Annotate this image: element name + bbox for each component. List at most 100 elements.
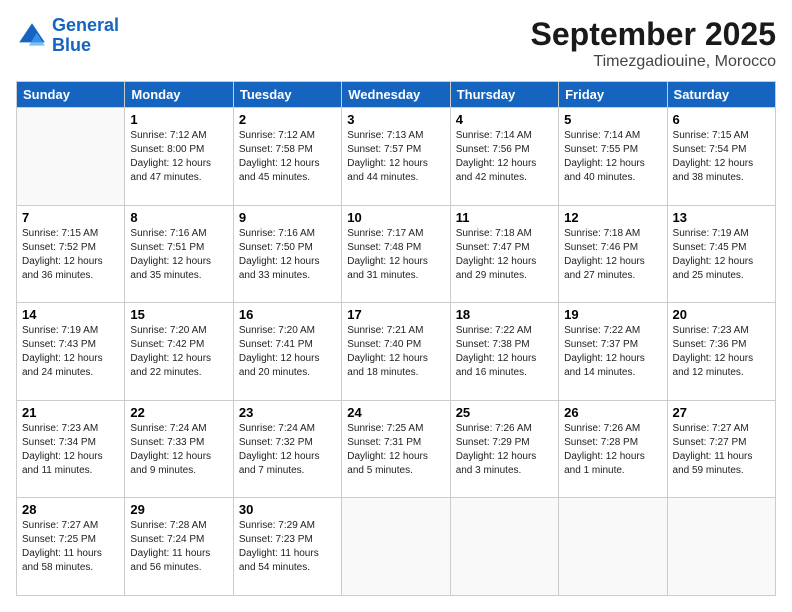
day-number: 12 (564, 210, 661, 225)
calendar-cell: 27 Sunrise: 7:27 AM Sunset: 7:27 PM Dayli… (667, 400, 775, 498)
cell-info: Sunrise: 7:12 AM Sunset: 8:00 PM Dayligh… (130, 129, 227, 185)
month-title: September 2025 (531, 16, 776, 53)
day-number: 27 (673, 405, 770, 420)
day-number: 6 (673, 112, 770, 127)
weekday-header-monday: Monday (125, 82, 233, 108)
cell-info: Sunrise: 7:28 AM Sunset: 7:24 PM Dayligh… (130, 519, 227, 575)
day-number: 9 (239, 210, 336, 225)
day-number: 5 (564, 112, 661, 127)
week-row-4: 28Sunrise: 7:27 AM Sunset: 7:25 PM Dayli… (17, 498, 776, 596)
calendar-cell (559, 498, 667, 596)
calendar-cell: 12 Sunrise: 7:18 AM Sunset: 7:46 PM Dayli… (559, 205, 667, 303)
calendar-cell: 23 Sunrise: 7:24 AM Sunset: 7:32 PM Dayli… (233, 400, 341, 498)
cell-info: Sunrise: 7:15 AM Sunset: 7:54 PM Dayligh… (673, 129, 770, 185)
day-number: 15 (130, 307, 227, 322)
header: General Blue September 2025 Timezgadioui… (16, 16, 776, 71)
cell-info: Sunrise: 7:15 AM Sunset: 7:52 PM Dayligh… (22, 227, 119, 283)
calendar-cell: 26Sunrise: 7:26 AM Sunset: 7:28 PM Dayli… (559, 400, 667, 498)
calendar-cell: 4 Sunrise: 7:14 AM Sunset: 7:56 PM Daylig… (450, 108, 558, 206)
calendar-cell: 13 Sunrise: 7:19 AM Sunset: 7:45 PM Dayli… (667, 205, 775, 303)
cell-info: Sunrise: 7:18 AM Sunset: 7:47 PM Dayligh… (456, 227, 553, 283)
day-number: 24 (347, 405, 444, 420)
calendar-cell: 30 Sunrise: 7:29 AM Sunset: 7:23 PM Dayli… (233, 498, 341, 596)
week-row-0: 1Sunrise: 7:12 AM Sunset: 8:00 PM Daylig… (17, 108, 776, 206)
day-number: 19 (564, 307, 661, 322)
day-number: 22 (130, 405, 227, 420)
cell-info: Sunrise: 7:26 AM Sunset: 7:29 PM Dayligh… (456, 422, 553, 478)
day-number: 2 (239, 112, 336, 127)
calendar-cell: 7 Sunrise: 7:15 AM Sunset: 7:52 PM Daylig… (17, 205, 125, 303)
day-number: 26 (564, 405, 661, 420)
calendar-cell: 29 Sunrise: 7:28 AM Sunset: 7:24 PM Dayli… (125, 498, 233, 596)
logo-text: General Blue (52, 16, 119, 56)
calendar-cell: 10Sunrise: 7:17 AM Sunset: 7:48 PM Dayli… (342, 205, 450, 303)
day-number: 20 (673, 307, 770, 322)
title-block: September 2025 Timezgadiouine, Morocco (531, 16, 776, 71)
day-number: 10 (347, 210, 444, 225)
cell-info: Sunrise: 7:23 AM Sunset: 7:34 PM Dayligh… (22, 422, 119, 478)
cell-info: Sunrise: 7:22 AM Sunset: 7:37 PM Dayligh… (564, 324, 661, 380)
weekday-header-wednesday: Wednesday (342, 82, 450, 108)
cell-info: Sunrise: 7:23 AM Sunset: 7:36 PM Dayligh… (673, 324, 770, 380)
calendar-cell (667, 498, 775, 596)
cell-info: Sunrise: 7:24 AM Sunset: 7:32 PM Dayligh… (239, 422, 336, 478)
cell-info: Sunrise: 7:16 AM Sunset: 7:51 PM Dayligh… (130, 227, 227, 283)
calendar-cell: 9 Sunrise: 7:16 AM Sunset: 7:50 PM Daylig… (233, 205, 341, 303)
day-number: 11 (456, 210, 553, 225)
calendar-cell: 16 Sunrise: 7:20 AM Sunset: 7:41 PM Dayli… (233, 303, 341, 401)
weekday-header-tuesday: Tuesday (233, 82, 341, 108)
cell-info: Sunrise: 7:20 AM Sunset: 7:41 PM Dayligh… (239, 324, 336, 380)
day-number: 16 (239, 307, 336, 322)
weekday-header-sunday: Sunday (17, 82, 125, 108)
cell-info: Sunrise: 7:16 AM Sunset: 7:50 PM Dayligh… (239, 227, 336, 283)
cell-info: Sunrise: 7:21 AM Sunset: 7:40 PM Dayligh… (347, 324, 444, 380)
day-number: 4 (456, 112, 553, 127)
calendar-cell: 20 Sunrise: 7:23 AM Sunset: 7:36 PM Dayli… (667, 303, 775, 401)
day-number: 28 (22, 502, 119, 517)
location-title: Timezgadiouine, Morocco (531, 53, 776, 71)
day-number: 29 (130, 502, 227, 517)
day-number: 14 (22, 307, 119, 322)
calendar-cell: 2 Sunrise: 7:12 AM Sunset: 7:58 PM Daylig… (233, 108, 341, 206)
calendar-cell: 17 Sunrise: 7:21 AM Sunset: 7:40 PM Dayli… (342, 303, 450, 401)
cell-info: Sunrise: 7:12 AM Sunset: 7:58 PM Dayligh… (239, 129, 336, 185)
calendar-cell: 21 Sunrise: 7:23 AM Sunset: 7:34 PM Dayli… (17, 400, 125, 498)
cell-info: Sunrise: 7:29 AM Sunset: 7:23 PM Dayligh… (239, 519, 336, 575)
weekday-header-row: SundayMondayTuesdayWednesdayThursdayFrid… (17, 82, 776, 108)
day-number: 17 (347, 307, 444, 322)
day-number: 7 (22, 210, 119, 225)
day-number: 23 (239, 405, 336, 420)
cell-info: Sunrise: 7:13 AM Sunset: 7:57 PM Dayligh… (347, 129, 444, 185)
calendar-cell: 3 Sunrise: 7:13 AM Sunset: 7:57 PM Daylig… (342, 108, 450, 206)
cell-info: Sunrise: 7:25 AM Sunset: 7:31 PM Dayligh… (347, 422, 444, 478)
cell-info: Sunrise: 7:18 AM Sunset: 7:46 PM Dayligh… (564, 227, 661, 283)
day-number: 8 (130, 210, 227, 225)
calendar-cell: 22Sunrise: 7:24 AM Sunset: 7:33 PM Dayli… (125, 400, 233, 498)
calendar-cell: 1Sunrise: 7:12 AM Sunset: 8:00 PM Daylig… (125, 108, 233, 206)
day-number: 3 (347, 112, 444, 127)
cell-info: Sunrise: 7:19 AM Sunset: 7:43 PM Dayligh… (22, 324, 119, 380)
calendar-cell: 24 Sunrise: 7:25 AM Sunset: 7:31 PM Dayli… (342, 400, 450, 498)
cell-info: Sunrise: 7:14 AM Sunset: 7:56 PM Dayligh… (456, 129, 553, 185)
cell-info: Sunrise: 7:14 AM Sunset: 7:55 PM Dayligh… (564, 129, 661, 185)
cell-info: Sunrise: 7:22 AM Sunset: 7:38 PM Dayligh… (456, 324, 553, 380)
weekday-header-friday: Friday (559, 82, 667, 108)
day-number: 30 (239, 502, 336, 517)
cell-info: Sunrise: 7:19 AM Sunset: 7:45 PM Dayligh… (673, 227, 770, 283)
day-number: 18 (456, 307, 553, 322)
cell-info: Sunrise: 7:20 AM Sunset: 7:42 PM Dayligh… (130, 324, 227, 380)
weekday-header-thursday: Thursday (450, 82, 558, 108)
week-row-3: 21 Sunrise: 7:23 AM Sunset: 7:34 PM Dayli… (17, 400, 776, 498)
logo-line1: General (52, 15, 119, 35)
calendar-cell: 25Sunrise: 7:26 AM Sunset: 7:29 PM Dayli… (450, 400, 558, 498)
calendar-cell: 8 Sunrise: 7:16 AM Sunset: 7:51 PM Daylig… (125, 205, 233, 303)
cell-info: Sunrise: 7:27 AM Sunset: 7:27 PM Dayligh… (673, 422, 770, 478)
calendar-cell: 14 Sunrise: 7:19 AM Sunset: 7:43 PM Dayli… (17, 303, 125, 401)
day-number: 13 (673, 210, 770, 225)
calendar-cell: 5 Sunrise: 7:14 AM Sunset: 7:55 PM Daylig… (559, 108, 667, 206)
week-row-1: 7 Sunrise: 7:15 AM Sunset: 7:52 PM Daylig… (17, 205, 776, 303)
calendar-cell: 6 Sunrise: 7:15 AM Sunset: 7:54 PM Daylig… (667, 108, 775, 206)
calendar-cell (450, 498, 558, 596)
day-number: 21 (22, 405, 119, 420)
week-row-2: 14 Sunrise: 7:19 AM Sunset: 7:43 PM Dayli… (17, 303, 776, 401)
